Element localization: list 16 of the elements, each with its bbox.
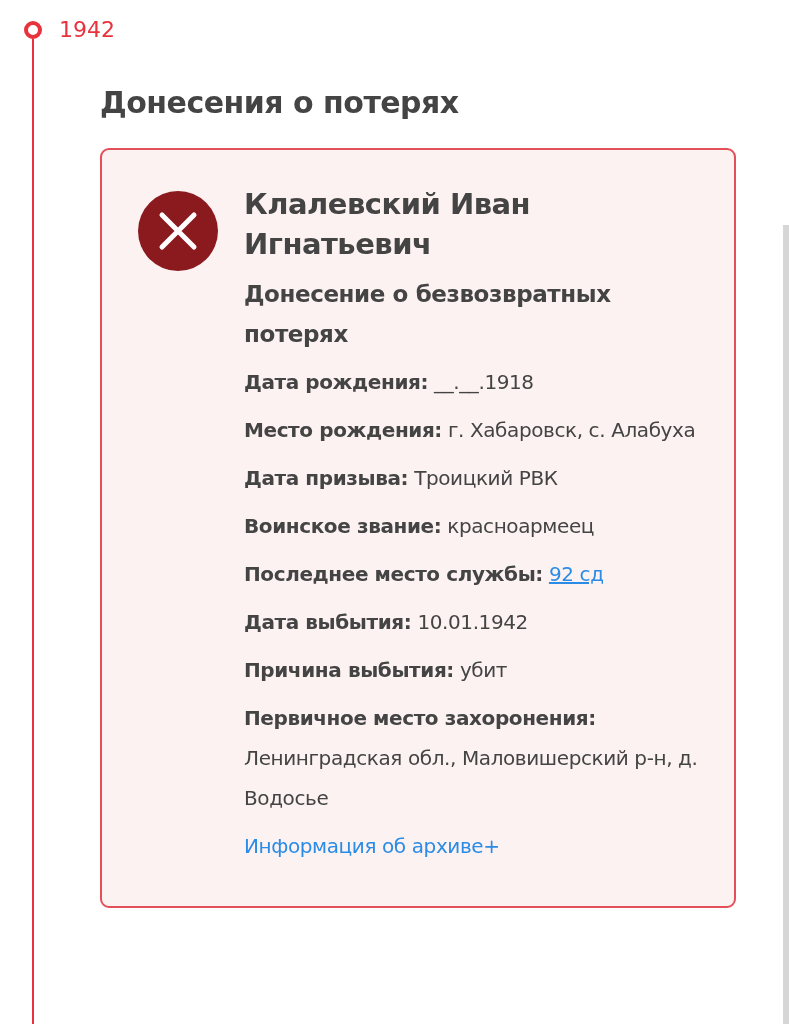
- scrollbar[interactable]: [783, 225, 789, 1024]
- field-text: Дата выбытия: 10.01.1942: [244, 610, 528, 634]
- person-name: Клалевский Иван Игнатьевич: [244, 186, 532, 263]
- field-text: Место рождения: г. Хабаровск, с. Алабуха: [244, 418, 696, 442]
- field-text: Дата рождения: __.__.1918: [244, 370, 534, 394]
- document-title: Донесение о безвозвратных потерях: [244, 280, 612, 349]
- field-text: Первичное место захоронения: Ленинградская обл., Маловишерский р-н, д. Водосье: [244, 706, 698, 810]
- timeline-dot: [24, 21, 42, 39]
- field-text: Последнее место службы: 92 сд: [244, 562, 604, 586]
- unit-link[interactable]: 92 сд: [548, 562, 604, 586]
- archive-info-link[interactable]: Информация об архиве+: [244, 826, 500, 866]
- section-title: Донесения о потерях: [100, 84, 460, 122]
- field-text: Причина выбытия: убит: [244, 658, 508, 682]
- field-text: Воинское звание: красноармеец: [244, 514, 595, 538]
- timeline-year: 1942: [59, 17, 116, 43]
- field-text: Дата призыва: Троицкий РВК: [244, 466, 558, 490]
